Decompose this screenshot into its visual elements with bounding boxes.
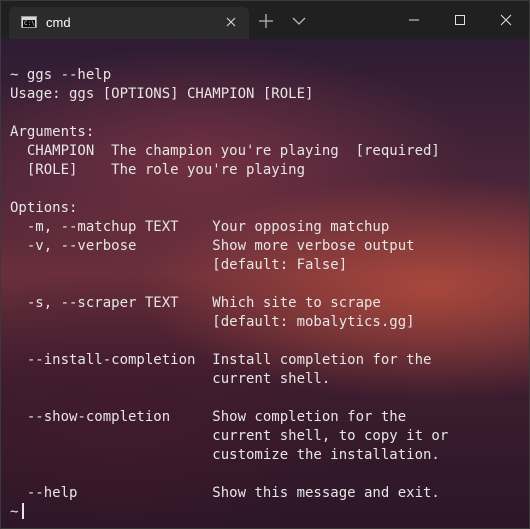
terminal-line: CHAMPION The champion you're playing [re… bbox=[10, 143, 440, 159]
chevron-down-icon[interactable] bbox=[291, 14, 307, 28]
tab-cmd[interactable]: C:\ cmd bbox=[9, 7, 249, 39]
terminal-line: --install-completion Install completion … bbox=[10, 352, 432, 368]
terminal-line: current shell. bbox=[10, 371, 331, 387]
close-window-button[interactable] bbox=[483, 1, 529, 39]
prompt-line[interactable]: ~ bbox=[10, 503, 448, 522]
terminal-line: Arguments: bbox=[10, 124, 95, 140]
terminal-line: [default: False] bbox=[10, 257, 348, 273]
maximize-button[interactable] bbox=[437, 1, 483, 39]
prompt-symbol: ~ bbox=[10, 504, 19, 520]
terminal-line: current shell, to copy it or bbox=[10, 428, 449, 444]
title-bar[interactable]: C:\ cmd bbox=[1, 1, 529, 39]
terminal-line: --help Show this message and exit. bbox=[10, 485, 440, 501]
tab-title: cmd bbox=[46, 15, 71, 30]
close-tab-icon[interactable] bbox=[223, 14, 239, 30]
terminal-line: --show-completion Show completion for th… bbox=[10, 409, 407, 425]
terminal-window: C:\ cmd ~ ggs --help Usage: ggs [OPTIONS… bbox=[0, 0, 530, 529]
text-cursor bbox=[22, 503, 25, 519]
terminal-line: -v, --verbose Show more verbose output bbox=[10, 238, 415, 254]
terminal-output[interactable]: ~ ggs --help Usage: ggs [OPTIONS] CHAMPIO… bbox=[1, 39, 529, 528]
new-tab-plus-icon[interactable] bbox=[258, 13, 274, 29]
terminal-line: ~ ggs --help bbox=[10, 67, 112, 83]
terminal-text: ~ ggs --help Usage: ggs [OPTIONS] CHAMPIO… bbox=[10, 66, 448, 522]
terminal-line: [ROLE] The role you're playing bbox=[10, 162, 306, 178]
terminal-line: -s, --scraper TEXT Which site to scrape bbox=[10, 295, 381, 311]
terminal-line: customize the installation. bbox=[10, 447, 440, 463]
console-icon: C:\ bbox=[21, 16, 37, 28]
terminal-line: Options: bbox=[10, 200, 78, 216]
terminal-line: [default: mobalytics.gg] bbox=[10, 314, 415, 330]
terminal-line: Usage: ggs [OPTIONS] CHAMPION [ROLE] bbox=[10, 86, 314, 102]
terminal-line: -m, --matchup TEXT Your opposing matchup bbox=[10, 219, 390, 235]
minimize-button[interactable] bbox=[391, 1, 437, 39]
